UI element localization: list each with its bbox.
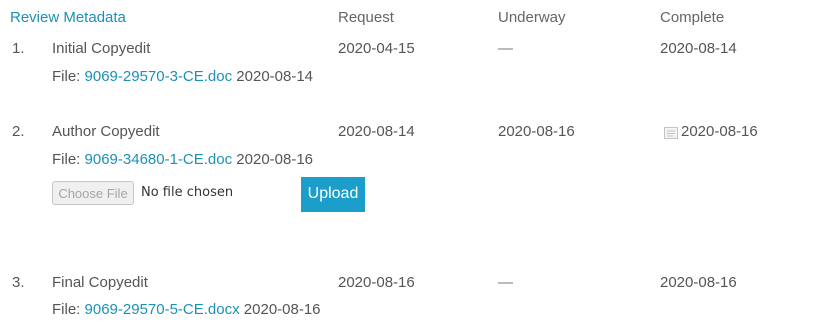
row-number: 2. (12, 123, 25, 140)
file-line: File: 9069-29570-5-CE.docx 2020-08-16 (52, 300, 321, 320)
row-number: 1. (12, 40, 25, 57)
complete-date: 2020-08-14 (660, 40, 737, 57)
file-date: 2020-08-16 (243, 301, 321, 318)
step-title: Final Copyedit (52, 274, 148, 291)
underway-date: — (498, 40, 513, 57)
file-label: File: (52, 301, 81, 318)
upload-button[interactable]: Upload (301, 177, 365, 212)
complete-column-header: Complete (660, 9, 725, 26)
request-date: 2020-08-14 (338, 123, 415, 140)
complete-date: 2020-08-16 (660, 274, 737, 291)
file-label: File: (52, 68, 81, 85)
request-column-header: Request (338, 9, 394, 26)
file-link[interactable]: 9069-29570-5-CE.docx (85, 301, 240, 318)
file-status: No file chosen (141, 185, 234, 200)
complete-date: 2020-08-16 (681, 123, 758, 140)
file-line: File: 9069-29570-3-CE.doc 2020-08-14 (52, 67, 313, 87)
note-icon[interactable] (664, 127, 678, 139)
file-date: 2020-08-14 (236, 68, 314, 85)
file-link[interactable]: 9069-29570-3-CE.doc (85, 68, 233, 85)
file-link[interactable]: 9069-34680-1-CE.doc (85, 151, 233, 168)
underway-date: — (498, 274, 513, 291)
choose-file-button[interactable]: Choose File (52, 181, 134, 205)
copyedit-panel: Review Metadata Request Underway Complet… (0, 0, 825, 322)
row-number: 3. (12, 274, 25, 291)
request-date: 2020-08-16 (338, 274, 415, 291)
file-date: 2020-08-16 (236, 151, 314, 168)
request-date: 2020-04-15 (338, 40, 415, 57)
step-title: Initial Copyedit (52, 40, 151, 57)
step-title: Author Copyedit (52, 123, 160, 140)
review-metadata-link[interactable]: Review Metadata (10, 8, 126, 28)
underway-column-header: Underway (498, 9, 566, 26)
file-label: File: (52, 151, 81, 168)
file-line: File: 9069-34680-1-CE.doc 2020-08-16 (52, 150, 313, 170)
underway-date: 2020-08-16 (498, 123, 575, 140)
